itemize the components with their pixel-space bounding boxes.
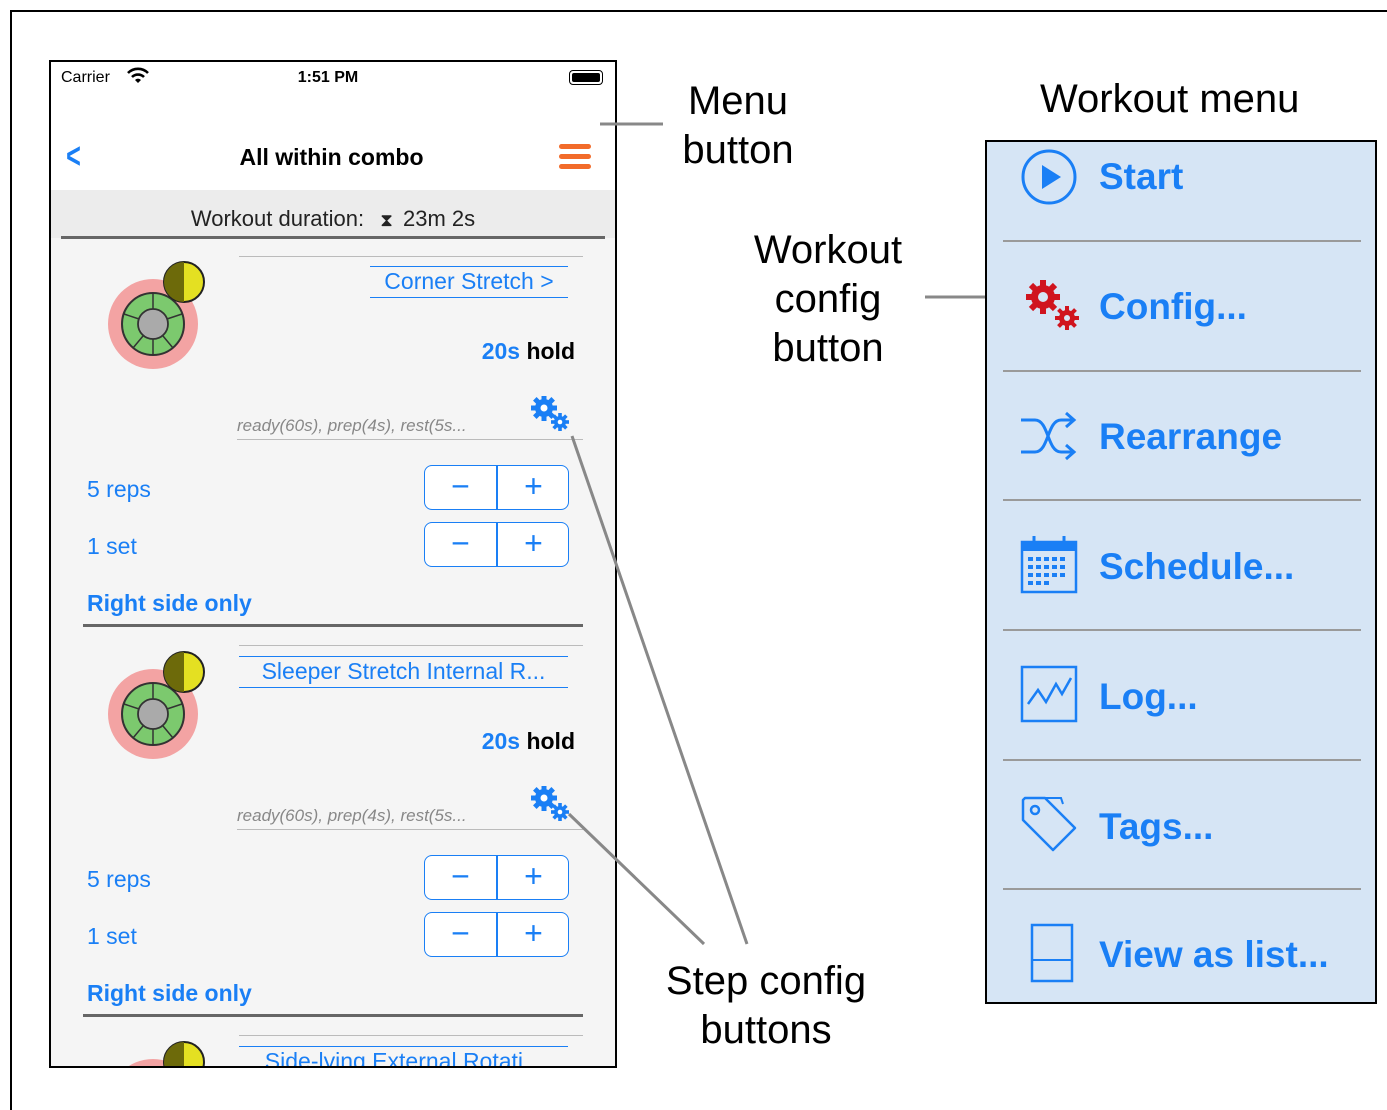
step-timing: ready(60s), prep(4s), rest(5s... (237, 416, 467, 435)
menu-item-label: Log... (1099, 676, 1198, 717)
sets-stepper: − + (424, 912, 569, 957)
menu-item-config[interactable]: Config... (987, 272, 1375, 402)
step-separator (83, 624, 583, 627)
menu-item-view-as-list[interactable]: View as list... (987, 922, 1375, 1052)
hold-time: 20s hold (481, 338, 575, 364)
battery-icon (569, 70, 603, 85)
hourglass-icon: ⧗ (380, 210, 393, 230)
divider (237, 829, 583, 830)
step-name-link[interactable]: Corner Stretch > (370, 266, 568, 298)
sets-label: 1 set (87, 923, 137, 949)
nav-bar: < All within combo (51, 94, 615, 190)
increment-button[interactable]: + (498, 523, 569, 566)
menu-item-log[interactable]: Log... (987, 662, 1375, 792)
list-view-icon (1030, 923, 1074, 983)
increment-button[interactable]: + (498, 856, 569, 899)
decrement-button[interactable]: − (425, 913, 496, 956)
tag-icon (1021, 796, 1077, 852)
status-time: 1:51 PM (297, 69, 359, 86)
decrement-button[interactable]: − (425, 523, 496, 566)
menu-item-tags[interactable]: Tags... (987, 792, 1375, 922)
decrement-button[interactable]: − (425, 466, 496, 509)
workout-menu: Start Config... Rearrange Schedule... Lo… (985, 140, 1377, 1004)
reps-label: 5 reps (87, 866, 151, 892)
callout-menu-button: Menu button (682, 79, 794, 172)
phone-screen: Carrier 1:51 PM < All within combo Worko… (49, 60, 617, 1068)
step-separator (83, 1014, 583, 1017)
callout-workout-config: Workout config button (753, 228, 903, 370)
menu-item-schedule[interactable]: Schedule... (987, 532, 1375, 662)
play-circle-icon (1021, 149, 1077, 205)
reps-stepper: − + (424, 465, 569, 510)
menu-item-rearrange[interactable]: Rearrange (987, 402, 1375, 532)
workout-duration: Workout duration: ⧗ 23m 2s (51, 190, 615, 238)
menu-button[interactable] (559, 144, 591, 170)
divider (61, 236, 605, 239)
step-config-gear-icon[interactable] (531, 396, 571, 432)
decrement-button[interactable]: − (425, 856, 496, 899)
menu-item-label: Rearrange (1099, 416, 1283, 457)
sets-label: 1 set (87, 533, 137, 559)
reps-stepper: − + (424, 855, 569, 900)
step-dial-icon (108, 651, 205, 759)
step-dial-icon (108, 261, 205, 369)
red-gears-icon (1026, 280, 1079, 330)
step-config-gear-icon[interactable] (531, 786, 571, 822)
divider (1003, 629, 1361, 631)
menu-item-start[interactable]: Start (987, 142, 1375, 272)
divider (239, 256, 583, 257)
page-title: All within combo (239, 144, 424, 170)
divider (239, 645, 583, 646)
duration-value: 23m 2s (402, 206, 476, 231)
menu-item-label: Start (1099, 156, 1184, 197)
step-name-link[interactable]: Side-lying External Rotati... (239, 1046, 568, 1066)
divider (239, 1035, 583, 1036)
status-bar: Carrier 1:51 PM (51, 62, 615, 94)
increment-button[interactable]: + (498, 466, 569, 509)
divider (237, 439, 583, 440)
hold-time: 20s hold (481, 728, 575, 754)
menu-item-label: Tags... (1099, 806, 1214, 847)
step-timing: ready(60s), prep(4s), rest(5s... (237, 806, 467, 825)
increment-button[interactable]: + (498, 913, 569, 956)
calendar-icon (1020, 536, 1078, 594)
divider (1003, 370, 1361, 372)
side-option[interactable]: Right side only (87, 980, 252, 1007)
duration-label: Workout duration: (190, 206, 365, 231)
workout-menu-title: Workout menu (1040, 77, 1300, 121)
side-option[interactable]: Right side only (87, 590, 252, 617)
shuffle-icon (1021, 411, 1077, 461)
menu-item-label: Schedule... (1099, 546, 1295, 587)
chart-icon (1020, 665, 1078, 723)
menu-item-label: View as list... (1099, 934, 1329, 975)
divider (1003, 240, 1361, 242)
divider (1003, 759, 1361, 761)
step-name-link[interactable]: Sleeper Stretch Internal R... (239, 656, 568, 688)
sets-stepper: − + (424, 522, 569, 567)
reps-label: 5 reps (87, 476, 151, 502)
divider (1003, 499, 1361, 501)
menu-item-label: Config... (1099, 286, 1247, 327)
divider (1003, 888, 1361, 890)
callout-step-config: Step config buttons (665, 959, 867, 1052)
step-dial-icon (128, 1041, 205, 1066)
